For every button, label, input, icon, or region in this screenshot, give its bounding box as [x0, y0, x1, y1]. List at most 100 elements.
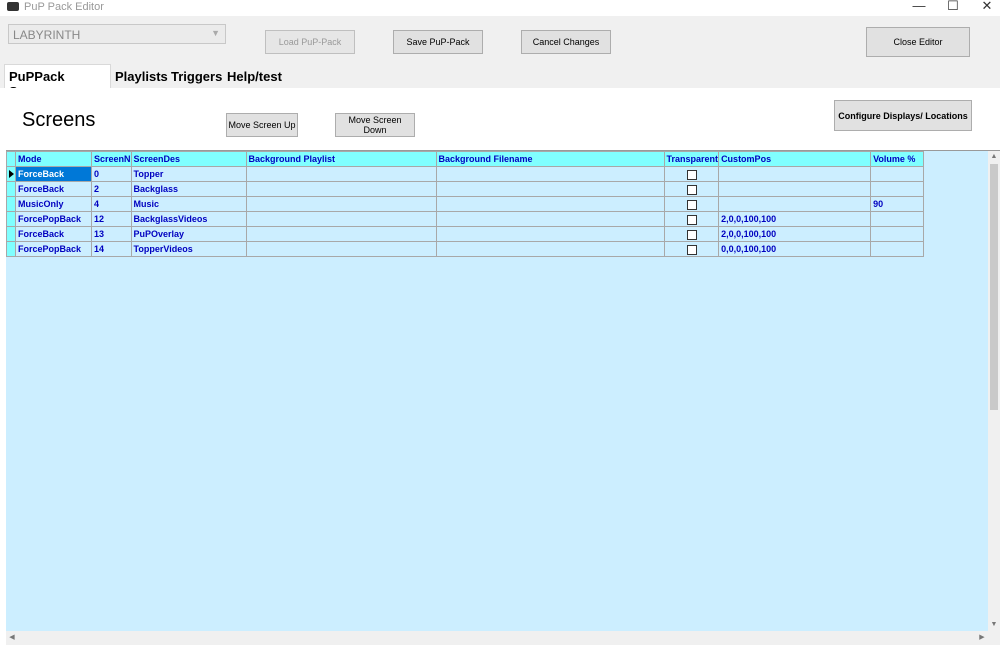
pack-select[interactable]: LABYRINTH ▼ — [8, 24, 226, 44]
cell-bg-filename[interactable] — [435, 226, 665, 242]
cell-mode[interactable]: ForceBack — [15, 181, 92, 197]
cell-screen[interactable]: 12 — [91, 211, 132, 227]
transparent-checkbox[interactable] — [687, 244, 698, 255]
scroll-down-icon[interactable]: ▼ — [988, 619, 1000, 631]
row-selector[interactable] — [6, 226, 16, 242]
cell-desc[interactable]: TopperVideos — [130, 241, 247, 257]
transparent-checkbox[interactable] — [687, 184, 698, 195]
cell-desc[interactable]: PuPOverlay — [130, 226, 247, 242]
column-header-background-filename[interactable]: Background Filename — [435, 151, 665, 167]
configure-displays-button[interactable]: Configure Displays/ Locations — [834, 100, 972, 131]
cell-bg-filename[interactable] — [435, 166, 665, 182]
tab-strip: PuPPack Screens Playlists Triggers Help/… — [0, 64, 1000, 99]
cell-bg-playlist[interactable] — [245, 211, 437, 227]
cell-screen[interactable]: 2 — [91, 181, 132, 197]
cell-bg-playlist[interactable] — [245, 196, 437, 212]
row-selector[interactable] — [6, 211, 16, 227]
cell-custompos[interactable] — [718, 181, 872, 197]
cell-bg-filename[interactable] — [435, 211, 665, 227]
column-header-volume[interactable]: Volume % — [870, 151, 925, 167]
table-row[interactable]: MusicOnly 4 Music 90 — [6, 196, 925, 212]
transparent-checkbox[interactable] — [687, 199, 698, 210]
minimize-button[interactable]: — — [904, 0, 934, 14]
tab-playlists[interactable]: Playlists — [111, 66, 168, 88]
scroll-thumb[interactable] — [990, 164, 998, 410]
move-screen-down-button[interactable]: Move Screen Down — [335, 113, 415, 137]
tab-help-test[interactable]: Help/test — [223, 66, 287, 88]
column-header-transparent[interactable]: Transparent — [663, 151, 720, 167]
load-pup-pack-button[interactable]: Load PuP-Pack — [265, 30, 355, 54]
row-selector[interactable] — [6, 181, 16, 197]
cell-transparent[interactable] — [663, 166, 720, 182]
column-header-mode[interactable]: Mode — [15, 151, 92, 167]
cell-custompos[interactable] — [718, 166, 872, 182]
screens-table: Mode ScreenN ScreenDes Background Playli… — [6, 151, 925, 257]
cell-bg-playlist[interactable] — [245, 226, 437, 242]
cell-volume[interactable] — [870, 226, 925, 242]
row-selector[interactable] — [6, 241, 16, 257]
column-header-custompos[interactable]: CustomPos — [718, 151, 872, 167]
cell-transparent[interactable] — [663, 196, 720, 212]
table-row[interactable]: ForcePopBack 14 TopperVideos 0,0,0,100,1… — [6, 241, 925, 257]
column-header-screen-des[interactable]: ScreenDes — [130, 151, 247, 167]
cell-custompos[interactable]: 0,0,0,100,100 — [718, 241, 872, 257]
cell-volume[interactable] — [870, 211, 925, 227]
tab-triggers[interactable]: Triggers — [167, 66, 223, 88]
cell-bg-playlist[interactable] — [245, 181, 437, 197]
cell-desc[interactable]: Backglass — [130, 181, 247, 197]
move-screen-up-button[interactable]: Move Screen Up — [226, 113, 298, 137]
save-pup-pack-button[interactable]: Save PuP-Pack — [393, 30, 483, 54]
cell-transparent[interactable] — [663, 241, 720, 257]
screens-grid[interactable]: Mode ScreenN ScreenDes Background Playli… — [6, 150, 1000, 645]
cell-screen[interactable]: 4 — [91, 196, 132, 212]
row-selector[interactable] — [6, 166, 16, 182]
pack-select-value: LABYRINTH — [13, 28, 81, 42]
tab-puppack-screens[interactable]: PuPPack Screens — [4, 64, 111, 99]
column-header-screen-num[interactable]: ScreenN — [91, 151, 132, 167]
column-header-background-playlist[interactable]: Background Playlist — [245, 151, 437, 167]
cell-volume[interactable] — [870, 181, 925, 197]
cell-transparent[interactable] — [663, 211, 720, 227]
cell-mode[interactable]: ForceBack — [15, 226, 92, 242]
transparent-checkbox[interactable] — [687, 229, 698, 240]
vertical-scrollbar[interactable]: ▲ ▼ — [988, 151, 1000, 645]
cell-desc[interactable]: Music — [130, 196, 247, 212]
cell-mode[interactable]: ForcePopBack — [15, 211, 92, 227]
table-row[interactable]: ForcePopBack 12 BackglassVideos 2,0,0,10… — [6, 211, 925, 227]
cell-volume[interactable] — [870, 241, 925, 257]
cell-screen[interactable]: 14 — [91, 241, 132, 257]
cancel-changes-button[interactable]: Cancel Changes — [521, 30, 611, 54]
cell-bg-filename[interactable] — [435, 196, 665, 212]
horizontal-scrollbar[interactable]: ◀ ▶ — [6, 631, 988, 645]
close-window-button[interactable]: ✕ — [972, 0, 1000, 14]
table-row[interactable]: ForceBack 2 Backglass — [6, 181, 925, 197]
cell-screen[interactable]: 0 — [91, 166, 132, 182]
cell-bg-filename[interactable] — [435, 241, 665, 257]
cell-transparent[interactable] — [663, 226, 720, 242]
cell-custompos[interactable]: 2,0,0,100,100 — [718, 211, 872, 227]
cell-desc[interactable]: Topper — [130, 166, 247, 182]
close-editor-button[interactable]: Close Editor — [866, 27, 970, 57]
scroll-left-icon[interactable]: ◀ — [6, 631, 18, 645]
row-selector[interactable] — [6, 196, 16, 212]
cell-mode[interactable]: ForcePopBack — [15, 241, 92, 257]
transparent-checkbox[interactable] — [687, 214, 698, 225]
table-row[interactable]: ForceBack 13 PuPOverlay 2,0,0,100,100 — [6, 226, 925, 242]
cell-mode[interactable]: ForceBack — [15, 166, 92, 182]
table-row[interactable]: ForceBack 0 Topper — [6, 166, 925, 182]
maximize-button[interactable]: ☐ — [938, 0, 968, 14]
cell-volume[interactable] — [870, 166, 925, 182]
cell-transparent[interactable] — [663, 181, 720, 197]
cell-bg-filename[interactable] — [435, 181, 665, 197]
cell-bg-playlist[interactable] — [245, 166, 437, 182]
cell-custompos[interactable]: 2,0,0,100,100 — [718, 226, 872, 242]
cell-custompos[interactable] — [718, 196, 872, 212]
cell-desc[interactable]: BackglassVideos — [130, 211, 247, 227]
scroll-right-icon[interactable]: ▶ — [976, 631, 988, 645]
cell-volume[interactable]: 90 — [870, 196, 925, 212]
transparent-checkbox[interactable] — [687, 169, 698, 180]
scroll-up-icon[interactable]: ▲ — [988, 151, 1000, 163]
cell-screen[interactable]: 13 — [91, 226, 132, 242]
cell-bg-playlist[interactable] — [245, 241, 437, 257]
cell-mode[interactable]: MusicOnly — [15, 196, 92, 212]
